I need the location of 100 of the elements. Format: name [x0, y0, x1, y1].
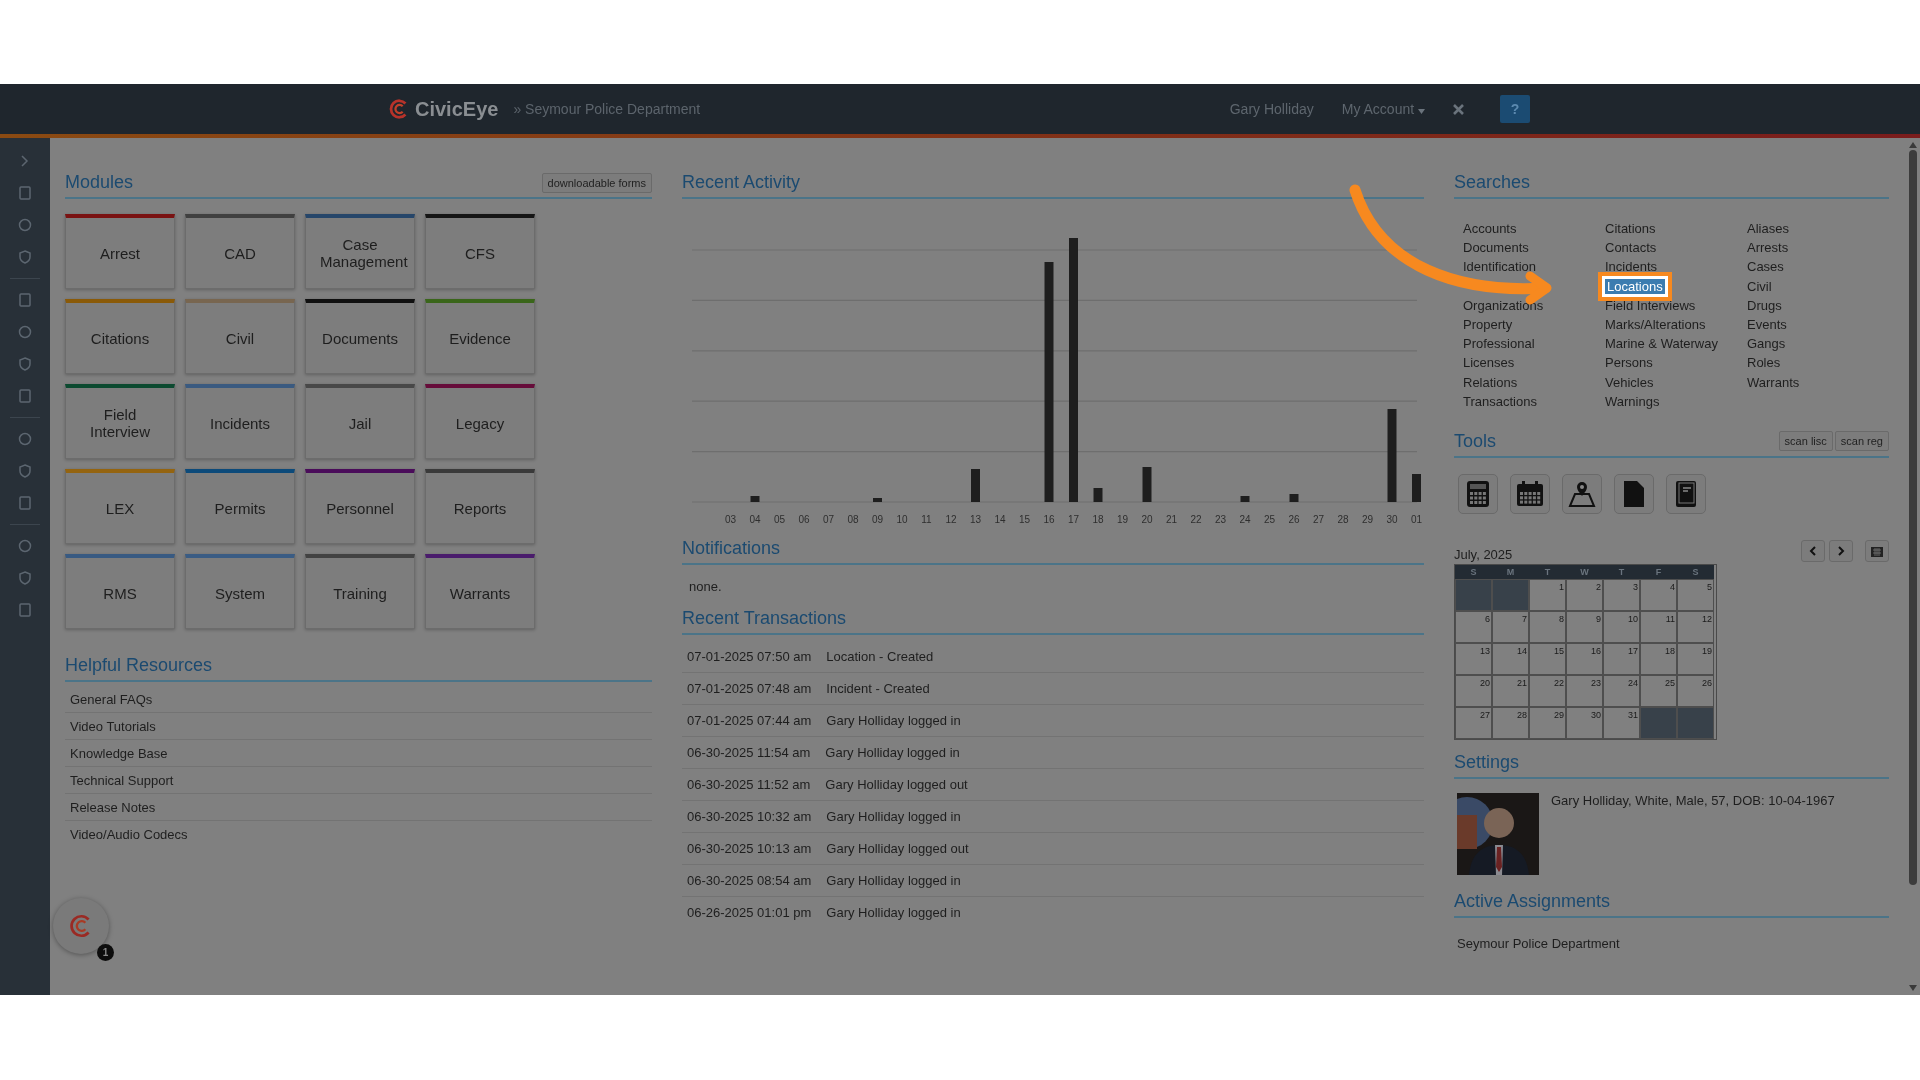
downloadable-forms-button[interactable]: downloadable forms [541, 172, 652, 193]
module-tile[interactable]: Arrest [65, 214, 175, 289]
calendar-day[interactable]: 22 [1529, 674, 1566, 707]
search-link[interactable]: Citations [1605, 221, 1656, 236]
search-link[interactable]: Professional [1463, 336, 1535, 352]
next-month-button[interactable] [1829, 539, 1853, 562]
resource-link[interactable]: Video Tutorials [65, 713, 652, 740]
search-link[interactable]: Drugs [1747, 297, 1782, 313]
search-link[interactable]: Identification [1463, 259, 1536, 275]
search-link[interactable]: Marine & Waterway [1605, 336, 1718, 352]
assistant-button[interactable] [53, 898, 109, 954]
calendar-day[interactable]: 24 [1603, 674, 1640, 707]
calendar-day[interactable]: 10 [1603, 610, 1640, 643]
module-tile[interactable]: Civil [185, 299, 295, 374]
close-icon[interactable] [1453, 103, 1464, 115]
calendar-day[interactable]: 26 [1677, 674, 1714, 707]
scrollbar-thumb[interactable] [1908, 150, 1917, 885]
search-link[interactable]: Civil [1747, 278, 1772, 294]
module-tile[interactable]: Documents [305, 299, 415, 374]
scroll-up-icon[interactable] [1908, 142, 1917, 148]
calendar-day[interactable]: 19 [1677, 642, 1714, 675]
breadcrumb[interactable]: » Seymour Police Department [513, 101, 701, 117]
previous-month-button[interactable] [1801, 539, 1825, 562]
scroll-down-icon[interactable] [1908, 985, 1917, 991]
search-link[interactable]: Events [1747, 316, 1787, 332]
scan-button[interactable]: scan lisc [1778, 431, 1833, 452]
resource-link[interactable]: General FAQs [65, 686, 652, 713]
user-name[interactable]: Gary Holliday [1229, 101, 1314, 117]
calendar-day[interactable]: 5 [1677, 578, 1714, 611]
search-link[interactable]: Warrants [1747, 374, 1800, 390]
calendar-day[interactable]: 13 [1455, 642, 1492, 675]
calendar-day[interactable]: 15 [1529, 642, 1566, 675]
search-link[interactable]: Cases [1747, 259, 1784, 275]
module-tile[interactable]: Evidence [425, 299, 535, 374]
calendar-day[interactable]: 31 [1603, 706, 1640, 739]
module-tile[interactable]: Case Management [305, 214, 415, 289]
calculator-button[interactable] [1458, 473, 1498, 514]
module-tile[interactable]: RMS [65, 554, 175, 629]
module-tile[interactable]: Training [305, 554, 415, 629]
search-link[interactable]: Gangs [1747, 336, 1786, 352]
module-tile[interactable]: System [185, 554, 295, 629]
calendar-button[interactable] [1510, 473, 1550, 514]
calendar-day[interactable]: 21 [1492, 674, 1529, 707]
search-link[interactable]: Property [1463, 316, 1513, 332]
calendar-day[interactable]: 30 [1566, 706, 1603, 739]
account-menu[interactable]: My Account [1341, 101, 1425, 117]
calendar-button[interactable] [1865, 539, 1889, 562]
calendar-day[interactable]: 12 [1677, 610, 1714, 643]
search-link[interactable]: Locations [1605, 278, 1665, 294]
document-icon[interactable] [18, 186, 32, 200]
search-link[interactable]: Arrests [1747, 240, 1789, 256]
map-button[interactable] [1562, 473, 1602, 514]
search-link[interactable]: Marks/Alterations [1605, 316, 1706, 332]
resource-link[interactable]: Release Notes [65, 794, 652, 821]
calendar-day[interactable]: 1 [1529, 578, 1566, 611]
resource-link[interactable]: Technical Support [65, 767, 652, 794]
module-tile[interactable]: Warrants [425, 554, 535, 629]
search-link[interactable]: Warnings [1605, 393, 1660, 409]
search-link[interactable]: Transactions [1463, 393, 1537, 409]
search-link[interactable]: Documents [1463, 240, 1529, 256]
shield-icon[interactable] [18, 389, 32, 403]
resource-link[interactable]: Knowledge Base [65, 740, 652, 767]
book-button[interactable] [1666, 473, 1706, 514]
help-button[interactable]: ? [1500, 95, 1530, 123]
module-tile[interactable]: Personnel [305, 469, 415, 544]
module-tile[interactable]: CFS [425, 214, 535, 289]
calendar-day[interactable]: 23 [1566, 674, 1603, 707]
calendar-day[interactable]: 2 [1566, 578, 1603, 611]
search-link[interactable]: Incidents [1605, 259, 1658, 275]
module-tile[interactable]: LEX [65, 469, 175, 544]
module-tile[interactable]: Incidents [185, 384, 295, 459]
calendar-day[interactable]: 28 [1492, 706, 1529, 739]
calendar-day[interactable]: 25 [1640, 674, 1677, 707]
module-tile[interactable]: Field Interview [65, 384, 175, 459]
search-link[interactable]: Aliases [1747, 221, 1789, 236]
app-logo[interactable]: CivicEye [415, 97, 499, 121]
calendar-day[interactable]: 29 [1529, 706, 1566, 739]
calendar-day[interactable]: 9 [1566, 610, 1603, 643]
module-tile[interactable]: Jail [305, 384, 415, 459]
search-link[interactable]: Accounts [1463, 221, 1517, 236]
search-link[interactable]: Vehicles [1605, 374, 1654, 390]
calendar-day[interactable]: 16 [1566, 642, 1603, 675]
calendar-day[interactable]: 14 [1492, 642, 1529, 675]
module-tile[interactable]: CAD [185, 214, 295, 289]
search-link[interactable]: Roles [1747, 355, 1781, 371]
calendar-day[interactable]: 20 [1455, 674, 1492, 707]
module-tile[interactable]: Permits [185, 469, 295, 544]
scan-button[interactable]: scan reg [1834, 431, 1889, 452]
calendar-day[interactable]: 18 [1640, 642, 1677, 675]
search-link[interactable]: Contacts [1605, 240, 1657, 256]
search-link[interactable]: Field Interviews [1605, 297, 1696, 313]
resource-link[interactable]: Video/Audio Codecs [65, 821, 652, 847]
module-tile[interactable]: Reports [425, 469, 535, 544]
search-link[interactable]: Persons [1605, 355, 1653, 371]
calendar-day[interactable]: 11 [1640, 610, 1677, 643]
calendar-day[interactable]: 4 [1640, 578, 1677, 611]
calendar-day[interactable]: 6 [1455, 610, 1492, 643]
calendar-day[interactable]: 3 [1603, 578, 1640, 611]
search-link[interactable]: Relations [1463, 374, 1518, 390]
document-button[interactable] [1614, 473, 1654, 514]
